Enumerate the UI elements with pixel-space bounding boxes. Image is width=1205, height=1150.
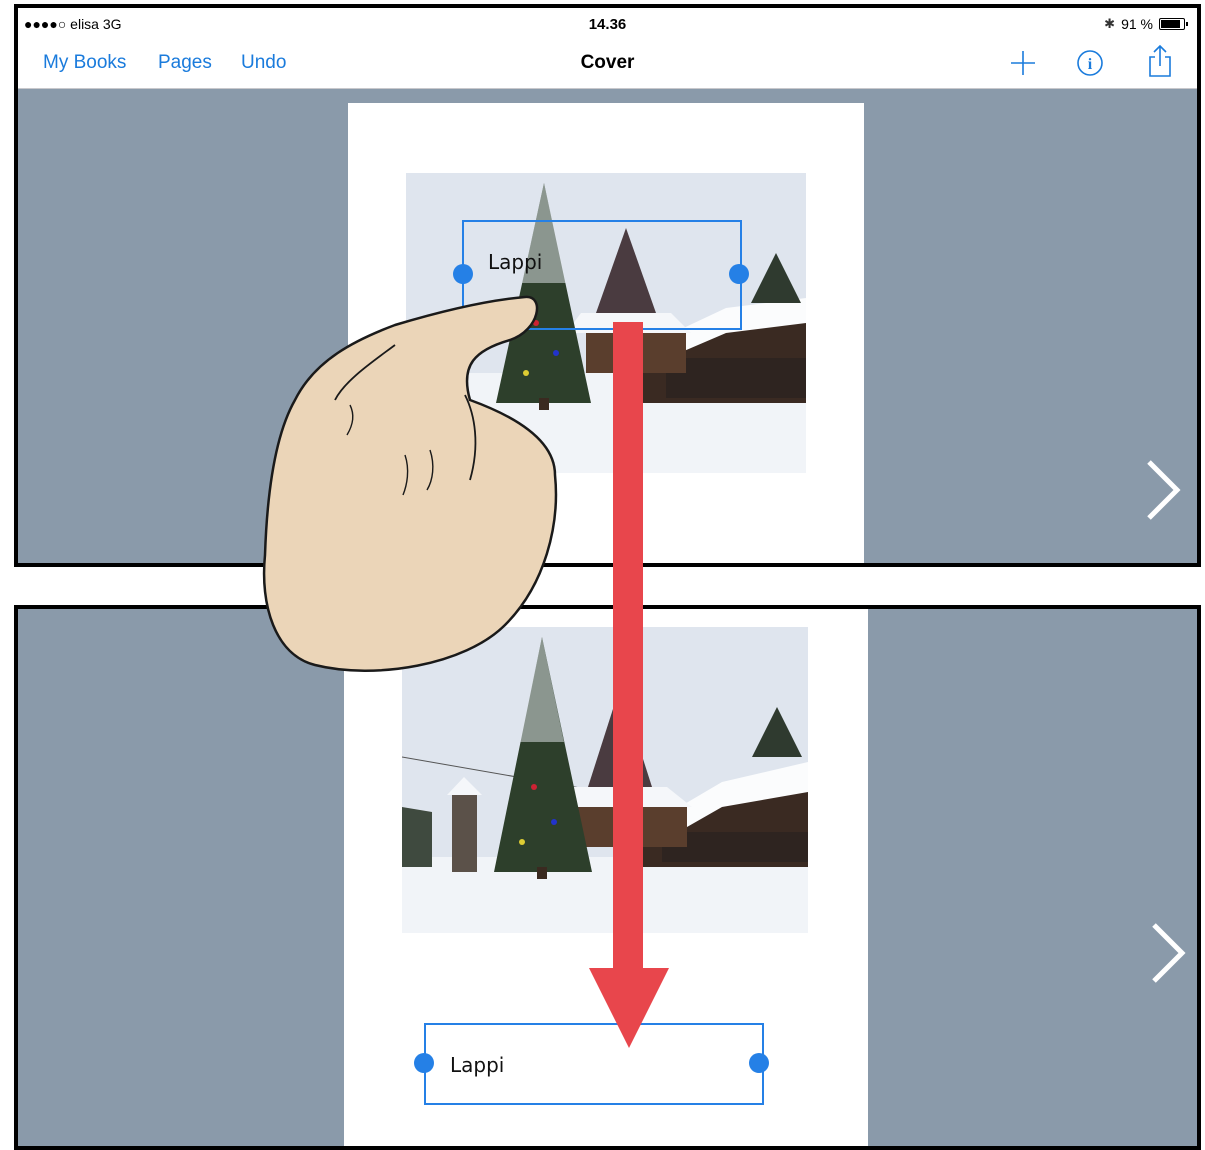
clock: 14.36 [588, 16, 627, 33]
text-box-selected[interactable]: Lappi [462, 220, 742, 330]
editor-screenshot-after: Lappi [14, 605, 1201, 1150]
bluetooth-icon: ✱ [1104, 16, 1116, 31]
battery-indicator: ✱ 91 % [1104, 16, 1188, 32]
battery-percent: 91 % [1121, 16, 1153, 32]
text-box-label[interactable]: Lappi [488, 250, 542, 274]
resize-handle-right[interactable] [729, 264, 749, 284]
nav-bar: My Books Pages Undo Cover i [18, 38, 1197, 89]
status-bar: ●●●●○ elisa 3G 14.36 ✱ 91 % [18, 8, 1197, 38]
cover-photo[interactable] [402, 627, 808, 933]
resize-handle-left[interactable] [453, 264, 473, 284]
book-page: Lappi [348, 103, 864, 563]
next-page-chevron-icon[interactable] [1148, 921, 1188, 990]
share-icon[interactable] [1145, 44, 1175, 83]
text-box-selected[interactable]: Lappi [424, 1023, 764, 1105]
resize-handle-left[interactable] [414, 1053, 434, 1073]
info-icon[interactable]: i [1075, 48, 1105, 83]
editor-screenshot-before: ●●●●○ elisa 3G 14.36 ✱ 91 % My Books Pag… [14, 4, 1201, 567]
battery-icon [1159, 18, 1188, 30]
book-page: Lappi [344, 609, 868, 1146]
text-box-label[interactable]: Lappi [450, 1053, 504, 1077]
plus-icon[interactable] [1008, 48, 1038, 83]
resize-handle-right[interactable] [749, 1053, 769, 1073]
next-page-chevron-icon[interactable] [1143, 458, 1183, 527]
svg-text:i: i [1088, 56, 1093, 73]
